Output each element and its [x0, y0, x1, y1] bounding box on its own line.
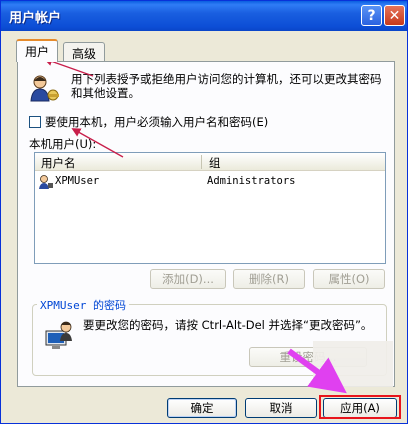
column-separator[interactable] [201, 155, 202, 169]
table-row[interactable]: XPMUser Administrators [35, 174, 385, 190]
ok-button[interactable]: 确定 [167, 398, 237, 418]
user-icon [39, 175, 53, 189]
ok-button-label: 确定 [190, 401, 214, 415]
title-bar[interactable]: 用户帐户 ? ✕ [1, 1, 407, 31]
properties-button[interactable]: 属性(O) [313, 269, 385, 289]
require-login-checkbox[interactable] [29, 116, 41, 128]
column-header-username[interactable]: 用户名 [41, 155, 76, 171]
column-header-group[interactable]: 组 [209, 155, 221, 171]
require-login-label: 要使用本机，用户必须输入用户名和密码(E) [45, 115, 269, 129]
help-button[interactable]: ? [361, 5, 382, 26]
listview-header: 用户名 组 [35, 153, 385, 171]
close-button[interactable]: ✕ [384, 5, 405, 26]
tab-users[interactable]: 用户 [16, 39, 59, 62]
intro-text: 用下列表授予或拒绝用户访问您的计算机，还可以更改其密码和其他设置。 [71, 72, 382, 100]
remove-user-button[interactable]: 删除(R) [233, 269, 305, 289]
tab-advanced-label: 高级 [72, 47, 97, 61]
users-icon [30, 75, 59, 102]
remove-user-button-label: 删除(R) [249, 272, 289, 286]
window-title: 用户帐户 [9, 11, 62, 26]
add-user-button-label: 添加(D)... [162, 272, 214, 286]
close-icon: ✕ [388, 7, 401, 24]
cancel-button[interactable]: 取消 [245, 398, 317, 418]
add-user-button[interactable]: 添加(D)... [150, 269, 226, 289]
help-icon: ? [367, 7, 376, 24]
tab-advanced[interactable]: 高级 [63, 42, 106, 62]
user-accounts-dialog: 用户帐户 ? ✕ 用户 高级 用下列表授予或拒绝用户访问您的计算机，还可以更改其… [0, 0, 408, 424]
computer-user-icon [45, 321, 72, 349]
properties-button-label: 属性(O) [328, 272, 370, 286]
user-name-cell: XPMUser [55, 175, 100, 187]
blur-patch [313, 341, 393, 387]
apply-button-highlight [319, 395, 401, 419]
password-group-title: XPMUser 的密码 [37, 297, 129, 313]
tab-users-label: 用户 [25, 45, 50, 59]
password-group-text: 要更改您的密码，请按 Ctrl-Alt-Del 并选择“更改密码”。 [83, 318, 373, 332]
cancel-button-label: 取消 [269, 401, 293, 415]
user-group-cell: Administrators [207, 175, 296, 187]
require-login-row[interactable]: 要使用本机，用户必须输入用户名和密码(E) [29, 114, 268, 130]
local-users-label: 本机用户(U): [29, 137, 97, 151]
users-listview[interactable]: 用户名 组 XPMUser Administrators [34, 152, 386, 264]
